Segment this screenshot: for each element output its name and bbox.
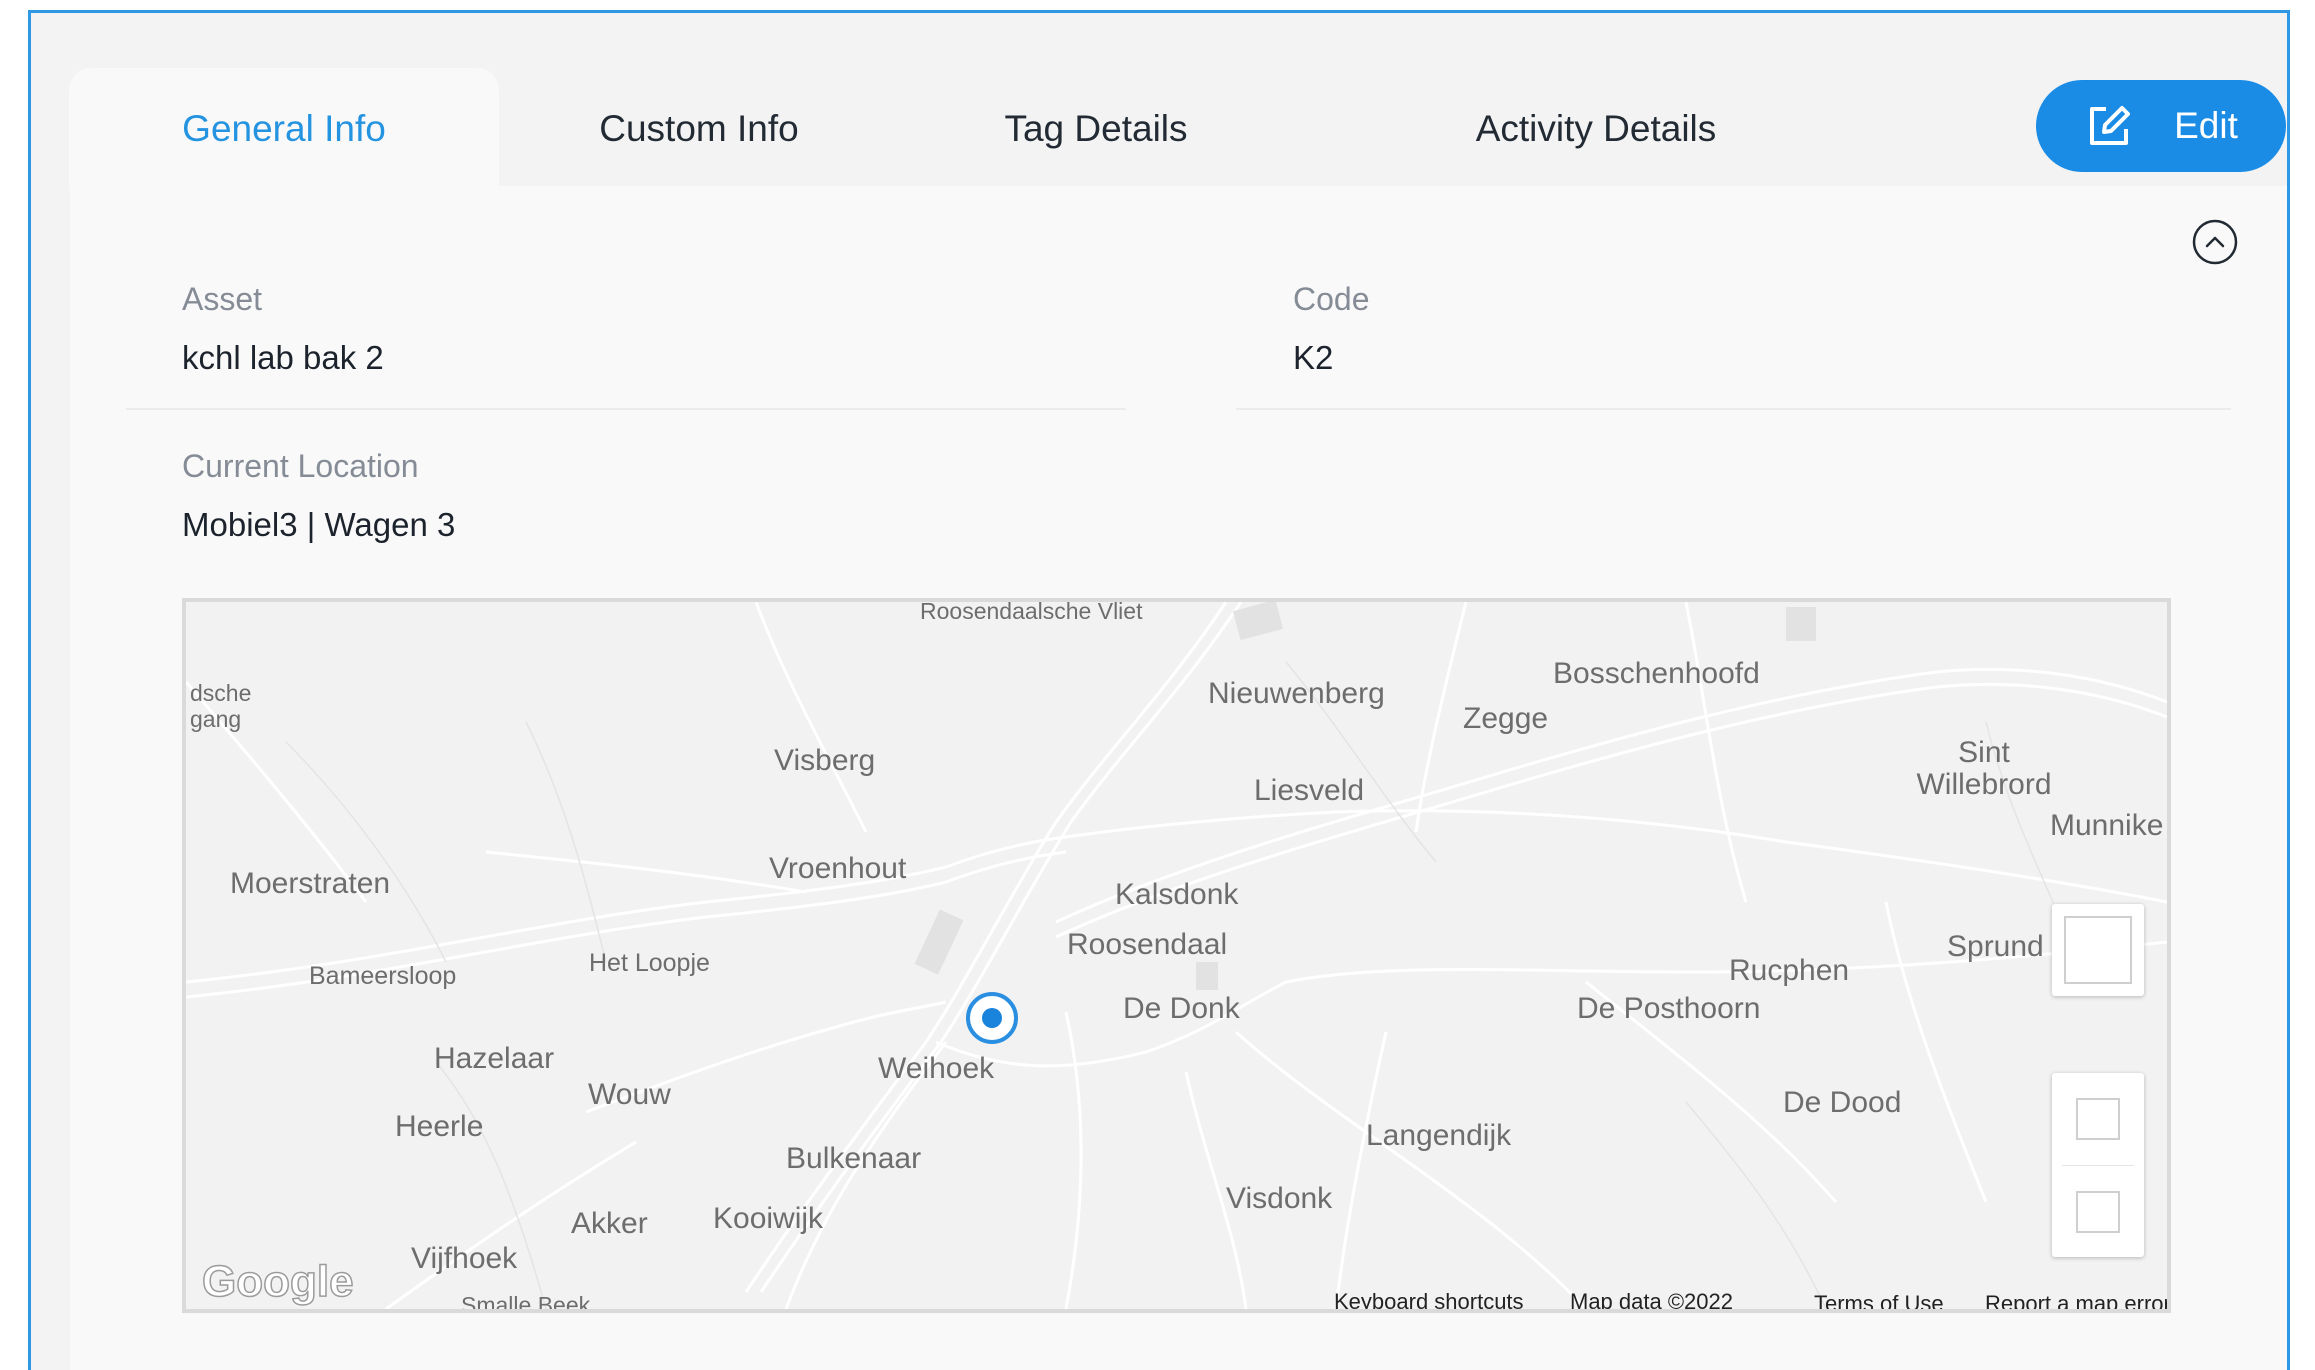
location-map[interactable]: Roosendaalsche Vliet dsche gang Nieuwenb… [182,598,2171,1313]
google-logo: Google [201,1256,354,1307]
map-place-label: Hazelaar [434,1042,555,1075]
map-place-label: Vroenhout [769,852,907,885]
map-place-label: Zegge [1463,702,1549,735]
map-place-label: Bosschenhoofd [1553,657,1760,690]
edit-button-label: Edit [2174,105,2238,146]
asset-value: kchl lab bak 2 [182,339,384,376]
map-place-label: De Donk [1123,992,1240,1025]
keyboard-shortcuts-link[interactable]: Keyboard shortcuts [1334,1289,1524,1309]
map-place-label: Sint Willebrord [1916,736,2052,801]
map-place-label: Roosendaalsche Vliet [920,598,1143,624]
divider [1236,408,2231,410]
map-place-label: Visberg [774,744,876,777]
map-place-label: Wouw [588,1078,671,1111]
zoom-in-button[interactable] [2076,1098,2120,1140]
map-place-label: Munnike [2050,809,2164,842]
map-place-label: Bulkenaar [786,1142,922,1175]
edit-button[interactable]: Edit [2036,80,2286,172]
current-location-label: Current Location [182,448,419,484]
map-place-label: Nieuwenberg [1208,677,1385,710]
fullscreen-button[interactable] [2052,904,2144,996]
map-place-label: Roosendaal [1067,928,1228,961]
map-place-label: dsche gang [190,680,252,732]
divider [126,408,1126,410]
map-place-label: Smalle Beek [461,1292,591,1313]
asset-details-card: General Info Custom Info Tag Details Act… [28,10,2290,1370]
fullscreen-icon [2064,916,2132,984]
map-place-label: Heerle [395,1110,484,1143]
map-place-label: Kooiwijk [713,1202,824,1235]
edit-icon [2084,101,2134,151]
current-location-value: Mobiel3 | Wagen 3 [182,506,456,543]
map-place-label: Weihoek [878,1052,995,1085]
map-place-label: Sprund [1947,930,2044,963]
map-place-label: Vijfhoek [411,1242,518,1275]
map-place-label: Kalsdonk [1115,878,1239,911]
map-data-text: Map data ©2022 [1570,1289,1733,1313]
code-value: K2 [1293,339,1334,376]
location-marker-icon[interactable] [966,992,1018,1044]
map-place-label: De Posthoorn [1577,992,1761,1025]
chevron-up-circle-icon[interactable] [2191,218,2239,266]
report-map-error-link[interactable]: Report a map error [1985,1291,2167,1309]
map-place-label: Visdonk [1226,1182,1333,1215]
map-place-label: Bameersloop [309,962,457,990]
map-place-label: Liesveld [1254,774,1365,807]
zoom-out-button[interactable] [2076,1191,2120,1233]
map-place-label: De Dood [1783,1086,1902,1119]
zoom-controls [2052,1073,2144,1257]
map-place-label: Akker [571,1207,648,1240]
tab-custom-info[interactable]: Custom Info [549,68,849,190]
location-marker-dot [982,1008,1002,1028]
terms-of-use-link[interactable]: Terms of Use [1814,1291,1944,1309]
asset-label: Asset [182,281,263,317]
divider [2062,1165,2134,1166]
map-place-label: Moerstraten [230,867,391,900]
code-label: Code [1293,281,1370,317]
tab-tag-details[interactable]: Tag Details [956,68,1236,190]
tab-activity-details[interactable]: Activity Details [1411,68,1781,190]
map-place-label: Langendijk [1366,1119,1512,1152]
map-place-label: Het Loopje [589,949,710,977]
map-place-label: Rucphen [1729,954,1850,987]
tab-general-info[interactable]: General Info [69,68,499,190]
